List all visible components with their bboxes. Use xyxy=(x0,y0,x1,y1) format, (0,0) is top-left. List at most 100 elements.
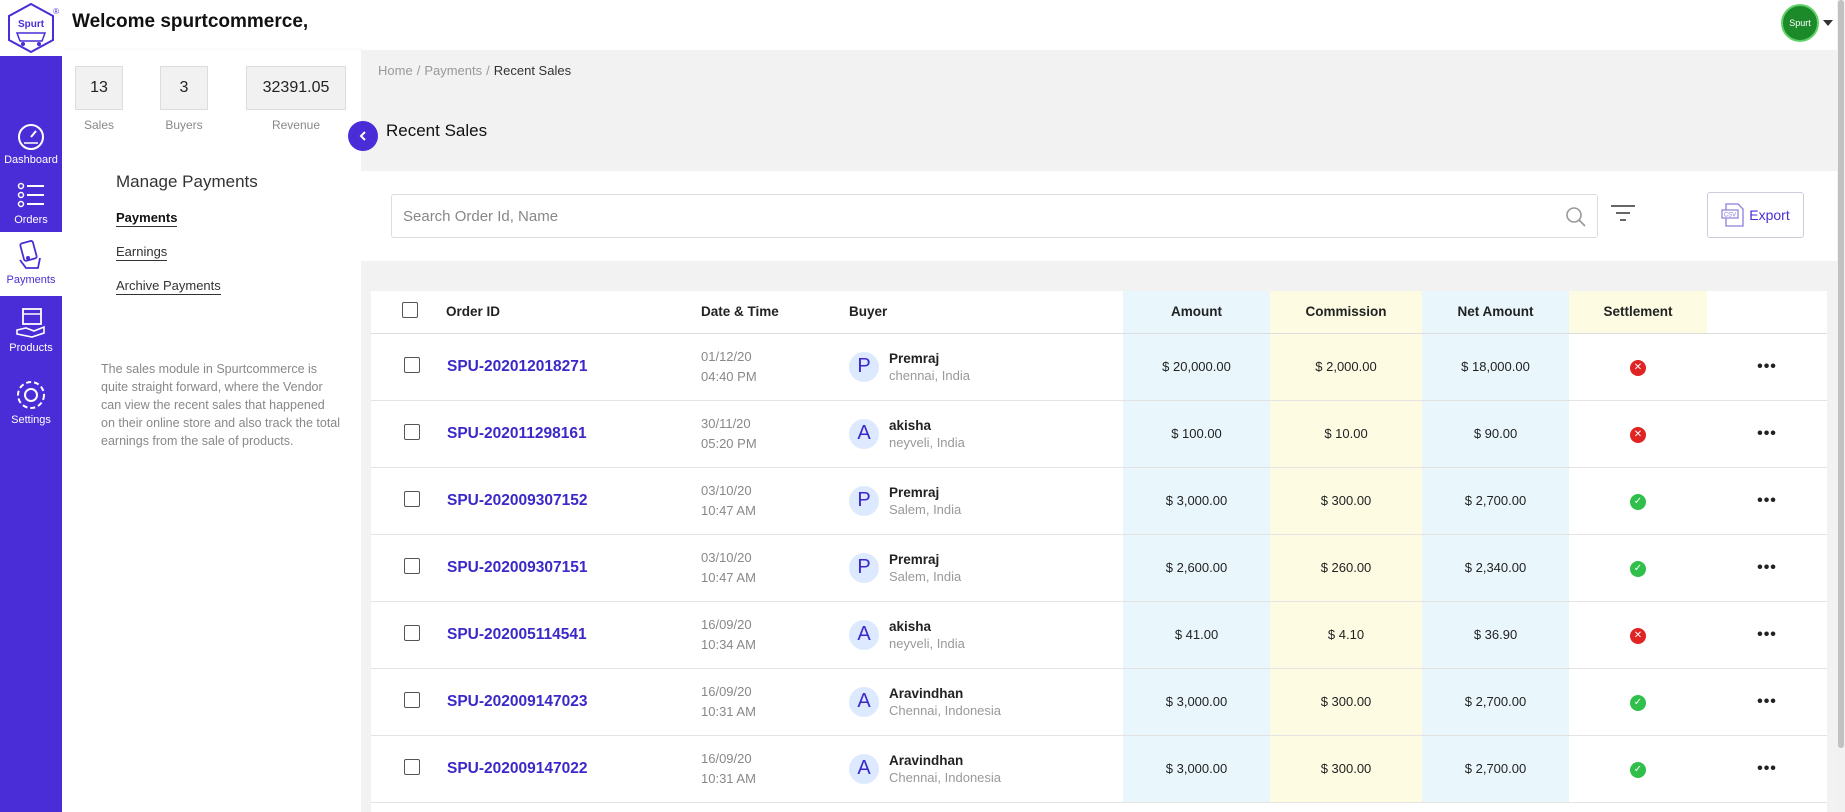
table-row[interactable]: SPU-202009307152 03/10/20 10:47 AM P Prem… xyxy=(371,467,1827,535)
order-date: 30/11/20 xyxy=(701,415,751,431)
unsettled-x-icon: ✕ xyxy=(1630,627,1646,644)
row-checkbox[interactable] xyxy=(404,491,420,507)
speedometer-icon xyxy=(18,124,44,150)
more-options-icon[interactable]: ••• xyxy=(1757,358,1777,375)
order-id-link[interactable]: SPU-202009307151 xyxy=(447,559,587,576)
search-input[interactable] xyxy=(392,195,1542,237)
rail-item-settings[interactable]: Settings xyxy=(0,378,62,426)
breadcrumb-home[interactable]: Home xyxy=(378,63,413,78)
row-checkbox[interactable] xyxy=(404,558,420,574)
row-checkbox[interactable] xyxy=(404,424,420,440)
list-icon xyxy=(17,182,44,208)
order-time: 10:34 AM xyxy=(701,636,756,652)
column-header-date-time[interactable]: Date & Time xyxy=(701,291,849,334)
amount-cell: $ 41.00 xyxy=(1123,601,1270,669)
spurt-logo-icon: Spurt xyxy=(8,2,54,54)
stat-value: 32391.05 xyxy=(246,66,346,110)
table-row[interactable]: SPU-202009147023 16/09/20 10:31 AM A Arav… xyxy=(371,668,1827,736)
export-label: Export xyxy=(1749,207,1790,223)
order-time: 05:20 PM xyxy=(701,435,757,451)
more-options-icon[interactable]: ••• xyxy=(1757,492,1777,509)
page-scrollbar[interactable] xyxy=(1837,0,1845,812)
more-options-icon[interactable]: ••• xyxy=(1757,626,1777,643)
rail-item-orders[interactable]: Orders xyxy=(0,178,62,226)
row-checkbox[interactable] xyxy=(404,759,420,775)
stat-value: 13 xyxy=(75,66,123,110)
stat-label: Revenue xyxy=(271,118,321,132)
table-header-row: Order ID Date & Time Buyer Amount Commis… xyxy=(371,291,1827,334)
buyer-initial-avatar: A xyxy=(849,753,879,784)
buyer-name: akisha xyxy=(889,417,932,433)
order-date: 03/10/20 xyxy=(701,549,752,565)
filter-icon[interactable] xyxy=(1610,202,1636,224)
row-checkbox[interactable] xyxy=(404,692,420,708)
commission-cell: $ 10.00 xyxy=(1270,400,1422,468)
commission-cell: $ 300.00 xyxy=(1270,467,1422,535)
card-hand-icon xyxy=(19,240,41,269)
avatar[interactable]: Spurt xyxy=(1781,4,1819,42)
breadcrumb-payments[interactable]: Payments xyxy=(424,63,482,78)
order-time: 10:47 AM xyxy=(701,569,756,585)
rail-background xyxy=(0,56,62,812)
select-all-checkbox[interactable] xyxy=(402,302,418,319)
logo[interactable]: Spurt ® xyxy=(0,0,62,56)
table-row[interactable]: SPU-202009147022 16/09/20 10:31 AM A Arav… xyxy=(371,735,1827,803)
order-date: 16/09/20 xyxy=(701,616,752,632)
rail-item-products[interactable]: Products xyxy=(0,306,62,354)
buyer-initial-avatar: P xyxy=(849,485,879,516)
commission-cell: $ 300.00 xyxy=(1270,735,1422,803)
table-row[interactable]: SPU-202012018271 01/12/20 04:40 PM P Prem… xyxy=(371,333,1827,401)
table-row[interactable]: SPU-202011298161 30/11/20 05:20 PM A akis… xyxy=(371,400,1827,468)
row-checkbox[interactable] xyxy=(404,357,420,373)
scrollbar-thumb[interactable] xyxy=(1838,0,1844,748)
column-header-net-amount[interactable]: Net Amount xyxy=(1422,291,1569,334)
stat-value: 3 xyxy=(160,66,208,110)
breadcrumb-current: Recent Sales xyxy=(493,63,572,78)
rail-item-label: Payments xyxy=(6,274,56,286)
order-time: 10:47 AM xyxy=(701,502,756,518)
column-header-buyer[interactable]: Buyer xyxy=(849,291,1123,334)
order-id-link[interactable]: SPU-202009147023 xyxy=(447,693,587,710)
rail-item-label: Orders xyxy=(14,214,48,226)
chevron-down-icon[interactable] xyxy=(1823,20,1833,26)
more-options-icon[interactable]: ••• xyxy=(1757,559,1777,576)
column-header-settlement[interactable]: Settlement xyxy=(1569,291,1707,334)
more-options-icon[interactable]: ••• xyxy=(1757,760,1777,777)
order-id-link[interactable]: SPU-202011298161 xyxy=(447,425,587,442)
welcome-text: Welcome spurtcommerce, xyxy=(72,11,309,32)
table-row[interactable]: SPU-202009307151 03/10/20 10:47 AM P Prem… xyxy=(371,534,1827,602)
order-id-link[interactable]: SPU-202005114541 xyxy=(447,626,587,643)
unsettled-x-icon: ✕ xyxy=(1630,359,1646,376)
left-rail: Spurt ® Dashboard Orders Payments Produc… xyxy=(0,0,62,812)
page-title: Recent Sales xyxy=(386,121,488,140)
rail-item-dashboard[interactable]: Dashboard xyxy=(0,118,62,166)
panel-link-archive-payments[interactable]: Archive Payments xyxy=(116,278,221,295)
column-header-order-id[interactable]: Order ID xyxy=(435,291,701,334)
amount-cell: $ 2,600.00 xyxy=(1123,534,1270,602)
column-header-commission[interactable]: Commission xyxy=(1270,291,1422,334)
net-amount-cell: $ 90.00 xyxy=(1422,400,1569,468)
column-header-amount[interactable]: Amount xyxy=(1123,291,1270,334)
row-checkbox[interactable] xyxy=(404,625,420,641)
commission-cell: $ 2,000.00 xyxy=(1270,333,1422,401)
order-id-link[interactable]: SPU-202009147022 xyxy=(447,760,587,777)
search-icon[interactable] xyxy=(1565,206,1587,228)
rail-item-label: Dashboard xyxy=(4,154,58,166)
buyer-initial-avatar: P xyxy=(849,351,879,382)
settled-check-icon: ✓ xyxy=(1630,694,1646,711)
order-id-link[interactable]: SPU-202012018271 xyxy=(447,358,587,375)
more-options-icon[interactable]: ••• xyxy=(1757,693,1777,710)
panel-link-payments[interactable]: Payments xyxy=(116,210,178,227)
rail-item-payments[interactable]: Payments xyxy=(0,232,62,296)
order-id-link[interactable]: SPU-202009307152 xyxy=(447,492,587,509)
svg-text:CSV: CSV xyxy=(1724,213,1736,219)
buyer-location: Chennai, Indonesia xyxy=(889,769,1002,785)
collapse-panel-button[interactable] xyxy=(348,121,378,151)
user-menu[interactable]: Spurt xyxy=(1781,4,1833,42)
table-row[interactable]: SPU-202005114541 16/09/20 10:34 AM A akis… xyxy=(371,601,1827,669)
more-options-icon[interactable]: ••• xyxy=(1757,425,1777,442)
panel-link-earnings[interactable]: Earnings xyxy=(116,244,168,261)
export-button[interactable]: CSV Export xyxy=(1707,192,1804,238)
main-content: Home / Payments / Recent Sales Recent Sales … xyxy=(361,50,1837,812)
breadcrumb: Home / Payments / Recent Sales xyxy=(378,63,572,78)
